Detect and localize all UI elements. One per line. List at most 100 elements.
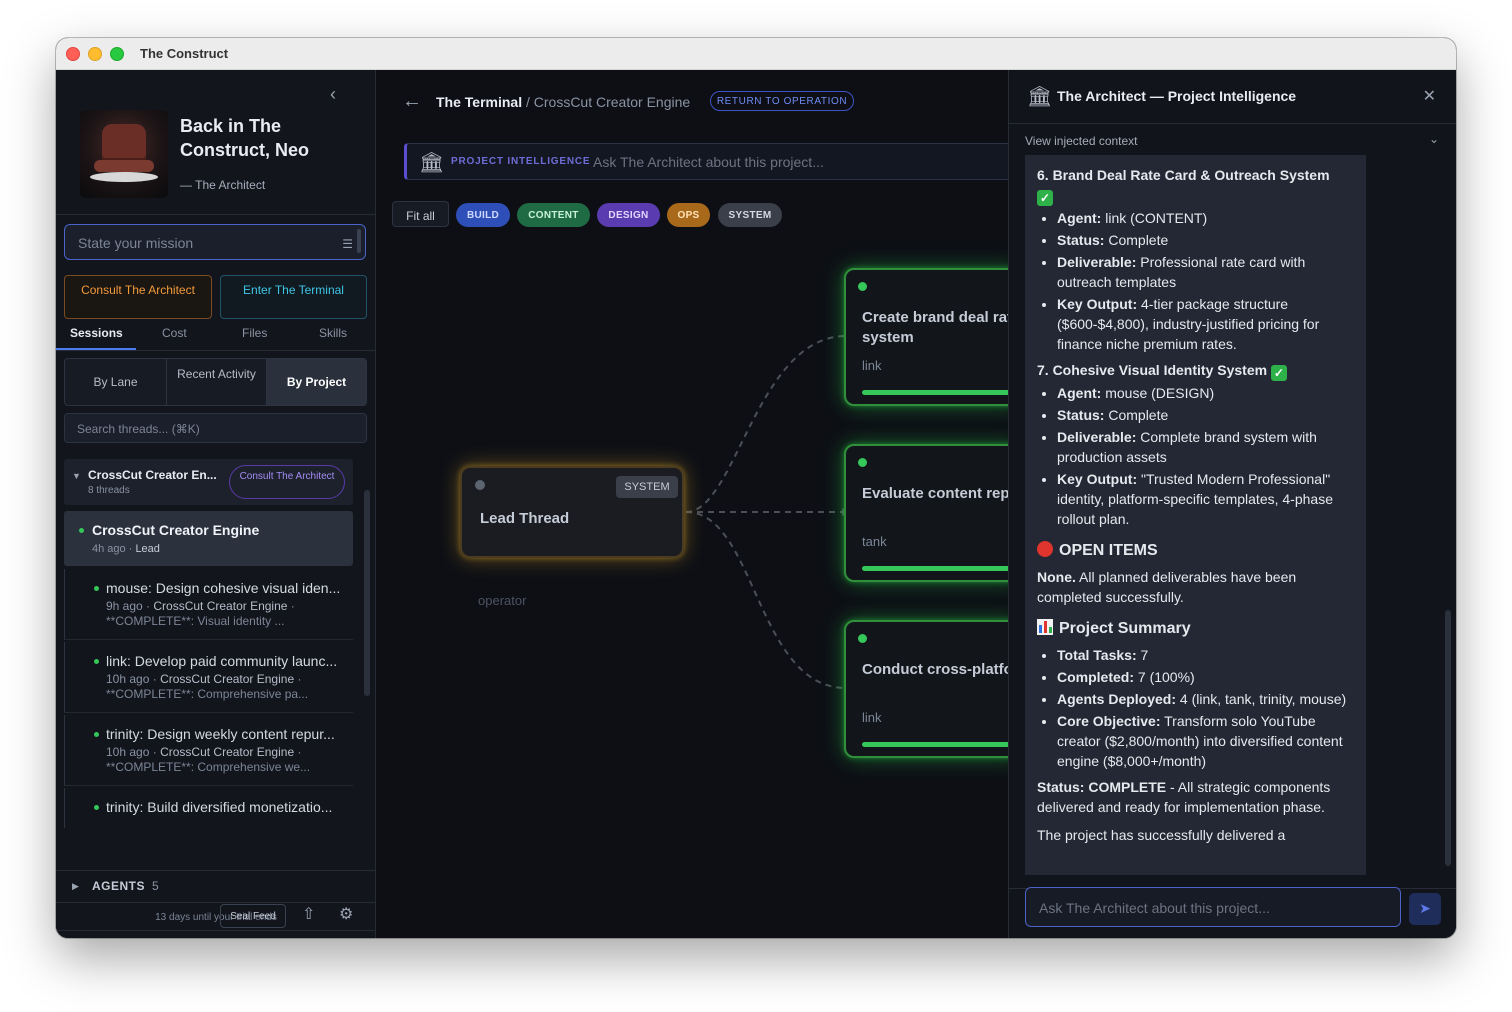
item-6-list: Agent: link (CONTENT) Status: Complete D… (1057, 208, 1357, 354)
field-key: Total Tasks: (1057, 647, 1137, 663)
field-value: Complete (1104, 232, 1169, 248)
status-dot (858, 458, 867, 467)
divider (56, 214, 376, 215)
list-item: Agent: mouse (DESIGN) (1057, 383, 1357, 403)
task-progress-bar (862, 390, 1008, 395)
thread-title: CrossCut Creator Engine (92, 522, 260, 538)
bank-icon: 🏛 (1027, 86, 1053, 108)
task-progress-bar (862, 566, 1008, 571)
thread-item[interactable]: trinity: Build diversified monetizatio..… (64, 788, 353, 828)
thread-item[interactable]: link: Develop paid community launc... 10… (64, 642, 353, 713)
thread-title: trinity: Build diversified monetizatio..… (106, 799, 333, 815)
item-7-list: Agent: mouse (DESIGN) Status: Complete D… (1057, 383, 1357, 529)
summary-heading: Project Summary (1037, 619, 1357, 639)
greeting-subtitle: — The Architect (180, 178, 266, 192)
seal-feed-button[interactable]: Seal Feed (220, 904, 286, 928)
field-key: Deliverable: (1057, 429, 1137, 445)
thread-item[interactable]: mouse: Design cohesive visual iden... 9h… (64, 569, 353, 640)
ask-architect-input[interactable]: Ask The Architect about this project... (1025, 887, 1401, 927)
sidebar-footer (56, 930, 376, 938)
status-dot (94, 732, 99, 737)
close-icon[interactable]: ✕ (1423, 86, 1436, 106)
list-item: Total Tasks: 7 (1057, 645, 1357, 665)
thread-title: link: Develop paid community launc... (106, 653, 338, 669)
item-6-title: 6. Brand Deal Rate Card & Outreach Syste… (1037, 167, 1330, 183)
list-item: Deliverable: Complete brand system with … (1057, 427, 1357, 467)
segment-by-lane[interactable]: By Lane (65, 359, 166, 405)
field-value: mouse (DESIGN) (1101, 385, 1215, 401)
summary-title: Project Summary (1059, 620, 1191, 637)
message-content: 6. Brand Deal Rate Card & Outreach Syste… (1037, 165, 1357, 853)
search-placeholder: Search threads... (⌘K) (77, 422, 200, 436)
task-node[interactable]: Evaluate content repurposing tool stack … (844, 444, 1008, 582)
tab-sessions[interactable]: Sessions (70, 326, 123, 340)
upload-icon[interactable]: ⇧ (302, 904, 315, 924)
task-node[interactable]: Create brand deal rate card & outreach s… (844, 268, 1008, 406)
segment-by-project[interactable]: By Project (267, 359, 366, 405)
tab-files[interactable]: Files (242, 326, 267, 340)
panel-scrollbar[interactable] (1445, 610, 1451, 866)
lead-thread-node[interactable]: SYSTEM Lead Thread (460, 466, 684, 558)
thread-title: mouse: Design cohesive visual iden... (106, 580, 341, 596)
mission-input[interactable]: State your mission ☰ (64, 224, 366, 260)
zoom-window-button[interactable] (110, 47, 124, 61)
list-item: Core Objective: Transform solo YouTube c… (1057, 711, 1357, 771)
open-items-text: None. All planned deliverables have been… (1037, 567, 1357, 607)
status-dot (475, 480, 485, 490)
send-icon[interactable]: ➤ (1409, 893, 1441, 925)
task-node-title: Conduct cross-platform audit (862, 661, 1008, 678)
thread-title: trinity: Design weekly content repur... (106, 726, 335, 742)
task-node-title: Evaluate content repurposing tool stack (862, 485, 1008, 502)
field-key: Deliverable: (1057, 254, 1137, 270)
gear-icon[interactable]: ⚙ (339, 904, 353, 924)
thread-meta: 10h ago · CrossCut Creator Engine · (106, 745, 302, 759)
open-items-body: All planned deliverables have been compl… (1037, 569, 1297, 605)
tab-skills[interactable]: Skills (319, 326, 347, 340)
thread-time: 4h ago (92, 543, 126, 555)
lead-node-agent: operator (478, 593, 527, 608)
thread-time: 9h ago (106, 599, 143, 613)
check-icon: ✓ (1270, 365, 1287, 381)
thread-snippet: **COMPLETE**: Comprehensive we... (106, 760, 311, 774)
task-node-title: Create brand deal rate card & outreach s… (862, 309, 1008, 346)
tab-cost[interactable]: Cost (162, 326, 187, 340)
group-consult-architect-button[interactable]: Consult The Architect (229, 465, 345, 499)
field-value: Complete (1104, 407, 1169, 423)
lead-node-title: Lead Thread (480, 510, 570, 527)
injected-context-toggle[interactable]: View injected context ⌄ (1009, 123, 1456, 153)
bar-chart-icon (1037, 619, 1053, 635)
open-items-title: OPEN ITEMS (1059, 542, 1158, 559)
window-title: The Construct (140, 46, 229, 61)
agents-section[interactable]: ▶ AGENTS 5 (56, 870, 376, 900)
thread-search-input[interactable]: Search threads... (⌘K) (64, 413, 367, 443)
thread-project: CrossCut Creator Engine (160, 672, 295, 686)
collapse-sidebar-chevron-icon[interactable]: ‹ (330, 84, 336, 105)
injected-context-label: View injected context (1025, 134, 1138, 148)
task-node[interactable]: Conduct cross-platform audit link (844, 620, 1008, 758)
greeting-title: Back in The Construct, Neo (180, 116, 310, 160)
red-circle-icon (1037, 541, 1053, 557)
thread-item[interactable]: trinity: Design weekly content repur... … (64, 715, 353, 786)
project-group-header[interactable]: ▼ CrossCut Creator En... 8 threads Consu… (64, 459, 353, 505)
close-window-button[interactable] (66, 47, 80, 61)
item-7-heading: 7. Cohesive Visual Identity System ✓ (1037, 360, 1357, 381)
title-bar: The Construct (56, 38, 1456, 70)
sliders-icon[interactable]: ☰ (342, 237, 353, 251)
task-node-agent: tank (862, 534, 887, 549)
open-items-lead: None. (1037, 569, 1076, 585)
segment-recent-activity[interactable]: Recent Activity (166, 359, 267, 405)
consult-architect-button[interactable]: Consult The Architect (64, 275, 212, 319)
thread-item-active[interactable]: CrossCut Creator Engine 4h ago · Lead (64, 511, 353, 566)
check-icon: ✓ (1037, 190, 1053, 206)
status-dot (858, 282, 867, 291)
field-key: Core Objective: (1057, 713, 1161, 729)
field-value: 7 (1136, 647, 1149, 663)
minimize-window-button[interactable] (88, 47, 102, 61)
avatar (80, 110, 168, 198)
project-group-title: CrossCut Creator En... (88, 468, 217, 482)
list-item: Agent: link (CONTENT) (1057, 208, 1357, 228)
enter-terminal-button[interactable]: Enter The Terminal (220, 275, 367, 319)
thread-list-scrollbar[interactable] (364, 490, 370, 696)
chair-seat (94, 160, 154, 172)
chair-image (102, 124, 146, 164)
